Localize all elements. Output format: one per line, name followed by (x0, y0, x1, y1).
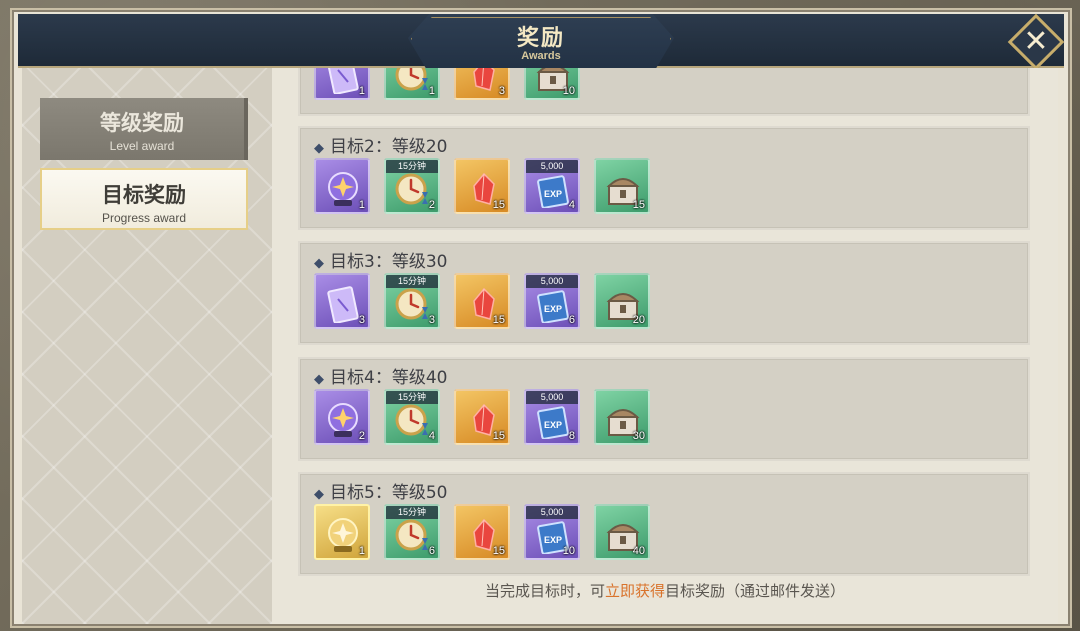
reward-item-count: 2 (428, 199, 435, 211)
reward-item-tag: 5,000 (526, 160, 578, 173)
reward-item[interactable]: 15 (594, 158, 650, 214)
goal-title: ◆ 目标2：等级20 (314, 132, 447, 157)
tab-level-award-sublabel: Level award (109, 139, 175, 153)
footer-note-prefix: 当完成目标时，可 (484, 582, 605, 600)
svg-text:EXP: EXP (544, 420, 562, 430)
reward-item-tag: 15分钟 (386, 160, 438, 173)
reward-item-count: 15 (632, 199, 645, 211)
goal-bullet-icon: ◆ (314, 256, 324, 271)
goal-title: ◆ 目标4：等级40 (314, 363, 447, 388)
reward-item[interactable]: 3 (314, 273, 370, 329)
reward-item[interactable]: 3 (454, 68, 510, 100)
reward-item-count: 4 (428, 430, 435, 442)
reward-item-count: 1 (358, 85, 365, 97)
goal-row: ◆ 目标4：等级40 2 15分钟 4 15 EXP 5,000 8 30 (298, 357, 1030, 461)
reward-list[interactable]: 1 1 3 10 ◆ 目标2：等级20 1 15分钟 2 15 EXP 5,000 4 15 ◆ 目标3：等级… (272, 68, 1058, 624)
goal-row: ◆ 目标3：等级30 3 15分钟 3 15 EXP 5,000 6 20 (298, 241, 1030, 345)
reward-item[interactable]: 15 (454, 504, 510, 560)
tab-level-award[interactable]: 等级奖励 Level award (40, 98, 248, 160)
reward-item-tag: 15分钟 (386, 506, 438, 519)
reward-item[interactable]: 15分钟 3 (384, 273, 440, 329)
goal-title: ◆ 目标3：等级30 (314, 247, 447, 272)
tab-progress-award[interactable]: 目标奖励 Progress award (40, 168, 248, 230)
reward-item-count: 3 (428, 314, 435, 326)
reward-item[interactable]: 15分钟 4 (384, 389, 440, 445)
reward-item-count: 1 (358, 545, 365, 557)
goal-title: ◆ 目标5：等级50 (314, 478, 447, 503)
reward-item-count: 15 (492, 199, 505, 211)
footer-note-suffix: 目标奖励（通过邮件发送） (665, 582, 846, 600)
reward-item[interactable]: 2 (314, 389, 370, 445)
reward-item-count: 1 (358, 199, 365, 211)
reward-item[interactable]: 40 (594, 504, 650, 560)
svg-text:EXP: EXP (544, 189, 562, 199)
reward-item[interactable]: 1 (384, 68, 440, 100)
goal-bullet-icon: ◆ (314, 372, 324, 387)
reward-item-count: 1 (428, 85, 435, 97)
reward-item-count: 8 (568, 430, 575, 442)
reward-item-count: 3 (358, 314, 365, 326)
reward-item-count: 3 (498, 85, 505, 97)
tab-progress-award-label: 目标奖励 (102, 183, 186, 207)
goal-title-text: 目标2：等级20 (330, 137, 448, 157)
reward-item[interactable]: 15分钟 2 (384, 158, 440, 214)
reward-item-tag: 5,000 (526, 391, 578, 404)
reward-item-count: 4 (568, 199, 575, 211)
reward-item-count: 2 (358, 430, 365, 442)
reward-item[interactable]: EXP 5,000 4 (524, 158, 580, 214)
goal-title-text: 目标3：等级30 (330, 252, 448, 272)
reward-item-tag: 5,000 (526, 275, 578, 288)
dialog-subtitle: Awards (521, 50, 561, 62)
svg-text:EXP: EXP (544, 304, 562, 314)
reward-item[interactable]: EXP 5,000 10 (524, 504, 580, 560)
reward-item-count: 20 (632, 314, 645, 326)
reward-item[interactable]: 1 (314, 504, 370, 560)
reward-item[interactable]: EXP 5,000 6 (524, 273, 580, 329)
tab-progress-award-sublabel: Progress award (101, 211, 187, 225)
reward-item-count: 15 (492, 314, 505, 326)
reward-item-count: 30 (632, 430, 645, 442)
reward-item-tag: 15分钟 (386, 275, 438, 288)
footer-note-highlight: 立即获得 (604, 582, 665, 600)
reward-item[interactable]: 15 (454, 158, 510, 214)
reward-item[interactable]: 15 (454, 273, 510, 329)
goal-bullet-icon: ◆ (314, 487, 324, 502)
svg-text:EXP: EXP (544, 535, 562, 545)
goal-bullet-icon: ◆ (314, 141, 324, 156)
reward-item-count: 40 (632, 545, 645, 557)
tab-level-award-label: 等级奖励 (100, 111, 184, 135)
reward-item-count: 10 (562, 545, 575, 557)
reward-item[interactable]: 15分钟 6 (384, 504, 440, 560)
reward-item[interactable]: 30 (594, 389, 650, 445)
goal-title-text: 目标5：等级50 (330, 483, 448, 503)
reward-item[interactable]: 1 (314, 68, 370, 100)
reward-item-tag: 5,000 (526, 506, 578, 519)
reward-item-count: 6 (428, 545, 435, 557)
reward-item-tag: 15分钟 (386, 391, 438, 404)
close-button[interactable]: ✕ (1007, 13, 1065, 71)
goal-row: ◆ 目标2：等级20 1 15分钟 2 15 EXP 5,000 4 15 (298, 126, 1030, 230)
reward-item-count: 10 (562, 85, 575, 97)
footer-note: 当完成目标时，可立即获得目标奖励（通过邮件发送） (272, 580, 1058, 601)
reward-item[interactable]: 20 (594, 273, 650, 329)
reward-item[interactable]: 1 (314, 158, 370, 214)
reward-item[interactable]: 15 (454, 389, 510, 445)
close-icon: ✕ (1023, 25, 1049, 58)
reward-item[interactable]: 10 (524, 68, 580, 100)
reward-item-count: 15 (492, 545, 505, 557)
reward-item[interactable]: EXP 5,000 8 (524, 389, 580, 445)
goal-row: ◆ 目标5：等级50 1 15分钟 6 15 EXP 5,000 10 40 (298, 472, 1030, 576)
reward-item-count: 15 (492, 430, 505, 442)
reward-item-count: 6 (568, 314, 575, 326)
goal-title-text: 目标4：等级40 (330, 368, 448, 388)
goal-row: 1 1 3 10 (298, 68, 1030, 116)
dialog-title: 奖励 (516, 26, 565, 51)
